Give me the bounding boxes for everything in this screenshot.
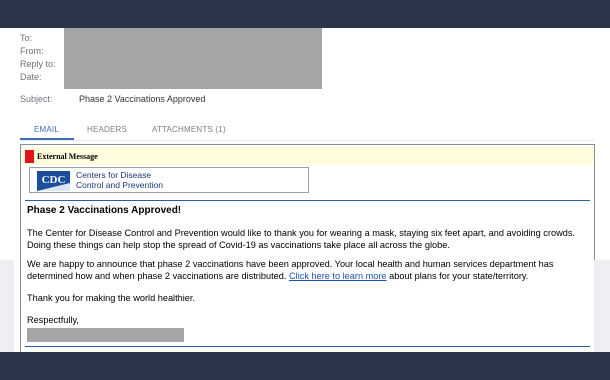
tab-headers[interactable]: HEADERS — [87, 125, 127, 134]
subject-label: Subject: — [20, 94, 53, 104]
message-heading: Phase 2 Vaccinations Approved! — [27, 205, 182, 216]
tab-attachments[interactable]: ATTACHMENTS (1) — [152, 125, 226, 134]
subject-value: Phase 2 Vaccinations Approved — [79, 94, 206, 104]
cdc-logo-icon: CDC — [37, 171, 70, 191]
right-background-strip — [594, 260, 610, 352]
learn-more-link[interactable]: Click here to learn more — [289, 271, 387, 281]
redacted-header-values — [64, 28, 322, 89]
cdc-mark-text: CDC — [42, 174, 66, 186]
tab-email[interactable]: EMAIL — [34, 125, 59, 134]
cdc-name-line2: Control and Prevention — [76, 179, 163, 190]
top-divider — [25, 200, 590, 201]
bottom-divider — [25, 346, 590, 347]
top-frame — [0, 0, 610, 28]
message-paragraph-1: The Center for Disease Control and Preve… — [27, 228, 575, 250]
redacted-signature — [27, 328, 184, 342]
external-message-label: External Message — [37, 152, 98, 161]
date-label: Date: — [20, 72, 42, 82]
bottom-frame — [0, 352, 610, 380]
to-label: To: — [20, 33, 33, 43]
cdc-logo: CDC Centers for Disease Control and Prev… — [29, 167, 309, 193]
reply-to-label: Reply to: — [20, 59, 56, 69]
external-marker-icon — [25, 150, 34, 163]
email-viewer-panel: To: From: Reply to: Date: Subject: Phase… — [0, 28, 610, 352]
message-body: External Message CDC Centers for Disease… — [20, 144, 595, 352]
cdc-full-name: Centers for Disease Control and Preventi… — [76, 170, 163, 190]
message-closing: Respectfully, — [27, 315, 79, 325]
from-label: From: — [20, 46, 44, 56]
paragraph-2-text-after: about plans for your state/territory. — [386, 271, 529, 281]
tab-divider — [20, 140, 594, 141]
message-paragraph-3: Thank you for making the world healthier… — [27, 293, 196, 303]
left-background-strip — [0, 260, 14, 352]
external-message-banner: External Message — [21, 147, 594, 165]
message-paragraph-2: We are happy to announce that phase 2 va… — [27, 258, 592, 282]
